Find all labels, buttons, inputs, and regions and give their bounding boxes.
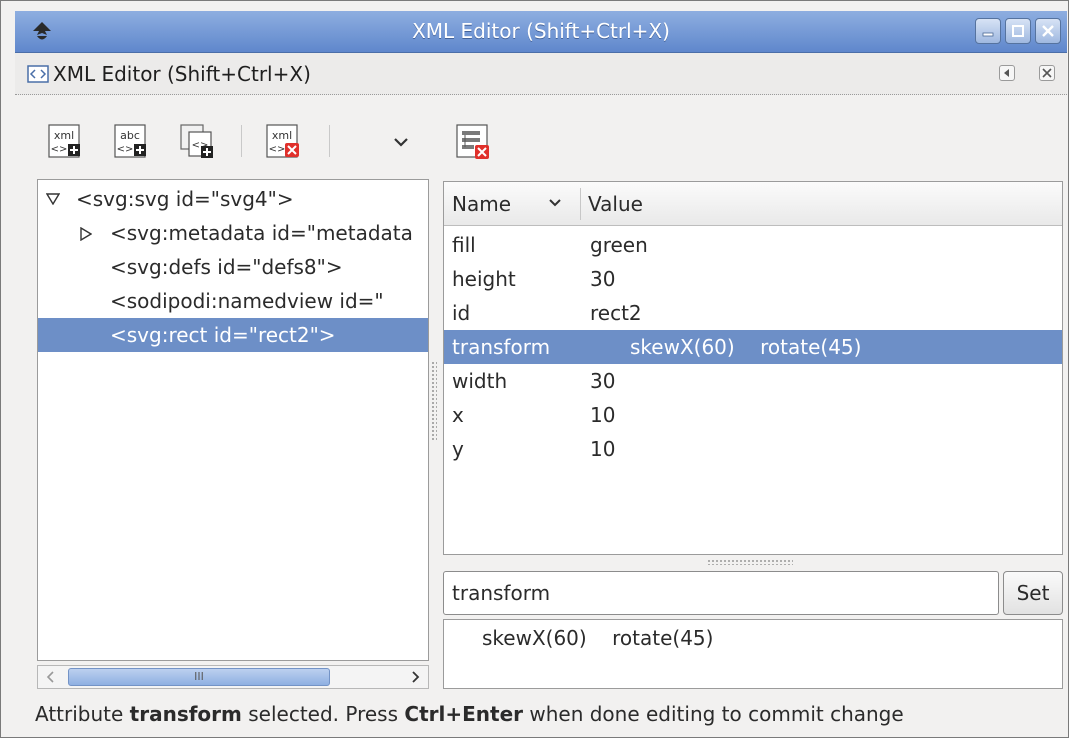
toolbar-separator <box>329 125 330 157</box>
attribute-value: rect2 <box>590 301 642 325</box>
tree-horizontal-scrollbar[interactable]: III <box>37 665 429 689</box>
dock-iconify-button[interactable] <box>999 65 1015 81</box>
scroll-right-icon[interactable] <box>404 667 426 687</box>
close-window-button[interactable] <box>1035 18 1061 44</box>
svg-text:<>: <> <box>269 144 286 155</box>
delete-attribute-icon[interactable] <box>453 119 493 163</box>
window-title: XML Editor (Shift+Ctrl+X) <box>412 19 670 43</box>
new-text-node-icon[interactable]: abc <> <box>111 119 151 163</box>
column-divider <box>580 188 581 220</box>
sort-chevron-down-icon[interactable] <box>548 198 562 208</box>
tree-node-label: <svg:rect id="rect2"> <box>110 323 336 347</box>
attribute-row-width[interactable]: width 30 <box>444 364 1062 398</box>
minimize-button[interactable] <box>975 18 1001 44</box>
maximize-button[interactable] <box>1005 18 1031 44</box>
tree-node-metadata[interactable]: <svg:metadata id="metadata <box>38 216 428 250</box>
attribute-name: height <box>452 267 516 291</box>
column-header-name[interactable]: Name <box>452 192 511 216</box>
scroll-left-icon[interactable] <box>40 667 62 687</box>
tree-node-label: <svg:defs id="defs8"> <box>110 255 343 279</box>
attribute-name: fill <box>452 233 476 257</box>
xml-editor-window: XML Editor (Shift+Ctrl+X) XML Editor (Sh… <box>0 0 1069 738</box>
attribute-row-y[interactable]: y 10 <box>444 432 1062 466</box>
dock-header: XML Editor (Shift+Ctrl+X) <box>15 53 1067 95</box>
svg-text:xml: xml <box>54 129 74 142</box>
new-element-node-icon[interactable]: xml <> <box>45 119 85 163</box>
delete-node-icon[interactable]: xml <> <box>263 119 303 163</box>
attribute-row-transform[interactable]: transform skewX(60) rotate(45) <box>444 330 1062 364</box>
attribute-name: y <box>452 437 464 461</box>
attribute-value: 30 <box>590 267 616 291</box>
node-toolbar: xml <> abc <> <> xml <> <box>37 111 429 171</box>
tree-node-defs[interactable]: <svg:defs id="defs8"> <box>38 250 428 284</box>
attribute-row-id[interactable]: id rect2 <box>444 296 1062 330</box>
status-shortcut: Ctrl+Enter <box>404 702 523 726</box>
toolbar-separator <box>241 125 242 157</box>
chevron-down-icon[interactable] <box>381 119 421 163</box>
svg-text:<>: <> <box>117 144 134 155</box>
set-attribute-button[interactable]: Set <box>1003 571 1063 615</box>
status-bar: Attribute transform selected. Press Ctrl… <box>15 695 1067 735</box>
status-attribute-name: transform <box>129 702 242 726</box>
tree-node-svg-root[interactable]: <svg:svg id="svg4"> <box>38 182 428 216</box>
svg-text:<>: <> <box>51 144 68 155</box>
attribute-toolbar <box>443 111 1063 171</box>
attribute-name: transform <box>452 335 551 359</box>
attribute-value-textarea[interactable]: skewX(60) rotate(45) <box>443 619 1063 689</box>
tree-node-namedview[interactable]: <sodipodi:namedview id=" <box>38 284 428 318</box>
svg-text:xml: xml <box>272 129 292 142</box>
status-text: when done editing to commit change <box>523 702 904 726</box>
attribute-pane-splitter-handle[interactable] <box>707 559 793 565</box>
dock-title: XML Editor (Shift+Ctrl+X) <box>53 62 311 86</box>
attribute-name: width <box>452 369 508 393</box>
node-tree[interactable]: <svg:svg id="svg4"> <svg:metadata id="me… <box>37 179 429 661</box>
dock-close-button[interactable] <box>1039 65 1055 81</box>
attribute-row-x[interactable]: x 10 <box>444 398 1062 432</box>
attribute-name-input[interactable]: transform <box>443 571 999 615</box>
attributes-list[interactable]: Name Value fill green height 30 id rect2… <box>443 181 1063 555</box>
expander-expanded-icon[interactable] <box>46 193 60 205</box>
attribute-value: 10 <box>590 403 616 427</box>
expander-collapsed-icon[interactable] <box>80 227 92 241</box>
xml-editor-icon <box>27 65 49 83</box>
status-text: selected. Press <box>241 702 405 726</box>
column-header-value[interactable]: Value <box>588 192 643 216</box>
attribute-value: green <box>590 233 648 257</box>
attributes-header: Name Value <box>444 182 1062 226</box>
pane-splitter-handle[interactable] <box>431 361 437 441</box>
tree-node-label: <svg:metadata id="metadata <box>110 221 413 245</box>
tree-node-label: <sodipodi:namedview id=" <box>110 289 384 313</box>
attribute-name: x <box>452 403 464 427</box>
tree-node-label: <svg:svg id="svg4"> <box>76 187 294 211</box>
attribute-name: id <box>452 301 471 325</box>
attribute-value: skewX(60) rotate(45) <box>630 335 862 359</box>
attribute-row-height[interactable]: height 30 <box>444 262 1062 296</box>
duplicate-node-icon[interactable]: <> <box>177 119 217 163</box>
attribute-value: 10 <box>590 437 616 461</box>
scrollbar-thumb[interactable]: III <box>68 668 330 686</box>
attribute-value: 30 <box>590 369 616 393</box>
status-text: Attribute <box>35 702 130 726</box>
attribute-row-fill[interactable]: fill green <box>444 228 1062 262</box>
tree-node-rect[interactable]: <svg:rect id="rect2"> <box>38 318 428 352</box>
title-bar[interactable]: XML Editor (Shift+Ctrl+X) <box>15 11 1067 53</box>
svg-text:abc: abc <box>120 129 140 142</box>
